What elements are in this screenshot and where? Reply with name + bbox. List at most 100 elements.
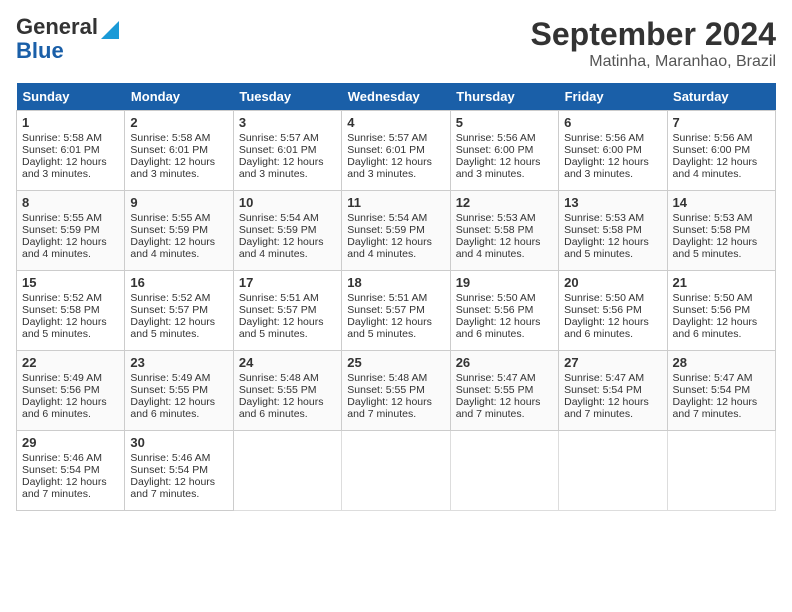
sunrise-label: Sunrise: 5:49 AM bbox=[130, 372, 210, 384]
calendar-cell: 10 Sunrise: 5:54 AM Sunset: 5:59 PM Dayl… bbox=[233, 191, 341, 271]
daylight-label: Daylight: 12 hours and 5 minutes. bbox=[22, 316, 107, 340]
sunset-label: Sunset: 5:54 PM bbox=[130, 464, 208, 476]
day-number: 17 bbox=[239, 275, 336, 290]
day-number: 10 bbox=[239, 195, 336, 210]
sunset-label: Sunset: 5:55 PM bbox=[347, 384, 425, 396]
calendar-week-4: 22 Sunrise: 5:49 AM Sunset: 5:56 PM Dayl… bbox=[17, 351, 776, 431]
calendar-cell bbox=[559, 431, 667, 511]
sunset-label: Sunset: 5:56 PM bbox=[673, 304, 751, 316]
daylight-label: Daylight: 12 hours and 5 minutes. bbox=[347, 316, 432, 340]
calendar-cell bbox=[667, 431, 775, 511]
header: General Blue September 2024 Matinha, Mar… bbox=[16, 16, 776, 71]
day-number: 28 bbox=[673, 355, 770, 370]
daylight-label: Daylight: 12 hours and 4 minutes. bbox=[130, 236, 215, 260]
day-number: 1 bbox=[22, 115, 119, 130]
sunrise-label: Sunrise: 5:48 AM bbox=[239, 372, 319, 384]
sunrise-label: Sunrise: 5:51 AM bbox=[347, 292, 427, 304]
sunset-label: Sunset: 5:59 PM bbox=[22, 224, 100, 236]
sunrise-label: Sunrise: 5:52 AM bbox=[130, 292, 210, 304]
sunrise-label: Sunrise: 5:55 AM bbox=[130, 212, 210, 224]
day-number: 12 bbox=[456, 195, 553, 210]
sunrise-label: Sunrise: 5:54 AM bbox=[347, 212, 427, 224]
day-number: 8 bbox=[22, 195, 119, 210]
sunrise-label: Sunrise: 5:52 AM bbox=[22, 292, 102, 304]
logo-blue: Blue bbox=[16, 39, 64, 63]
daylight-label: Daylight: 12 hours and 4 minutes. bbox=[239, 236, 324, 260]
daylight-label: Daylight: 12 hours and 4 minutes. bbox=[347, 236, 432, 260]
logo-text: General bbox=[16, 16, 119, 39]
sunset-label: Sunset: 5:55 PM bbox=[239, 384, 317, 396]
sunset-label: Sunset: 6:01 PM bbox=[347, 144, 425, 156]
sunrise-label: Sunrise: 5:47 AM bbox=[456, 372, 536, 384]
day-header-tuesday: Tuesday bbox=[233, 83, 341, 111]
day-header-monday: Monday bbox=[125, 83, 233, 111]
sunrise-label: Sunrise: 5:57 AM bbox=[239, 132, 319, 144]
sunrise-label: Sunrise: 5:56 AM bbox=[673, 132, 753, 144]
sunset-label: Sunset: 6:01 PM bbox=[239, 144, 317, 156]
daylight-label: Daylight: 12 hours and 3 minutes. bbox=[564, 156, 649, 180]
daylight-label: Daylight: 12 hours and 7 minutes. bbox=[673, 396, 758, 420]
daylight-label: Daylight: 12 hours and 3 minutes. bbox=[456, 156, 541, 180]
month-title: September 2024 bbox=[531, 16, 776, 53]
calendar-cell: 11 Sunrise: 5:54 AM Sunset: 5:59 PM Dayl… bbox=[342, 191, 450, 271]
day-number: 18 bbox=[347, 275, 444, 290]
day-number: 29 bbox=[22, 435, 119, 450]
sunset-label: Sunset: 5:56 PM bbox=[456, 304, 534, 316]
daylight-label: Daylight: 12 hours and 4 minutes. bbox=[673, 156, 758, 180]
day-number: 21 bbox=[673, 275, 770, 290]
daylight-label: Daylight: 12 hours and 7 minutes. bbox=[347, 396, 432, 420]
day-number: 27 bbox=[564, 355, 661, 370]
day-number: 16 bbox=[130, 275, 227, 290]
calendar-cell: 7 Sunrise: 5:56 AM Sunset: 6:00 PM Dayli… bbox=[667, 111, 775, 191]
calendar-cell bbox=[450, 431, 558, 511]
calendar-cell: 30 Sunrise: 5:46 AM Sunset: 5:54 PM Dayl… bbox=[125, 431, 233, 511]
sunrise-label: Sunrise: 5:46 AM bbox=[22, 452, 102, 464]
calendar-cell bbox=[233, 431, 341, 511]
sunrise-label: Sunrise: 5:51 AM bbox=[239, 292, 319, 304]
day-number: 2 bbox=[130, 115, 227, 130]
calendar-week-5: 29 Sunrise: 5:46 AM Sunset: 5:54 PM Dayl… bbox=[17, 431, 776, 511]
day-number: 25 bbox=[347, 355, 444, 370]
daylight-label: Daylight: 12 hours and 7 minutes. bbox=[130, 476, 215, 500]
daylight-label: Daylight: 12 hours and 3 minutes. bbox=[347, 156, 432, 180]
logo-icon bbox=[99, 17, 119, 39]
daylight-label: Daylight: 12 hours and 6 minutes. bbox=[130, 396, 215, 420]
sunset-label: Sunset: 5:54 PM bbox=[673, 384, 751, 396]
calendar-cell: 8 Sunrise: 5:55 AM Sunset: 5:59 PM Dayli… bbox=[17, 191, 125, 271]
sunset-label: Sunset: 5:59 PM bbox=[130, 224, 208, 236]
day-number: 11 bbox=[347, 195, 444, 210]
sunrise-label: Sunrise: 5:56 AM bbox=[564, 132, 644, 144]
sunset-label: Sunset: 6:00 PM bbox=[673, 144, 751, 156]
title-section: September 2024 Matinha, Maranhao, Brazil bbox=[531, 16, 776, 71]
sunset-label: Sunset: 5:55 PM bbox=[130, 384, 208, 396]
day-number: 5 bbox=[456, 115, 553, 130]
sunrise-label: Sunrise: 5:53 AM bbox=[456, 212, 536, 224]
day-number: 19 bbox=[456, 275, 553, 290]
calendar-week-2: 8 Sunrise: 5:55 AM Sunset: 5:59 PM Dayli… bbox=[17, 191, 776, 271]
calendar-cell: 5 Sunrise: 5:56 AM Sunset: 6:00 PM Dayli… bbox=[450, 111, 558, 191]
calendar-body: 1 Sunrise: 5:58 AM Sunset: 6:01 PM Dayli… bbox=[17, 111, 776, 511]
daylight-label: Daylight: 12 hours and 7 minutes. bbox=[564, 396, 649, 420]
calendar-cell: 28 Sunrise: 5:47 AM Sunset: 5:54 PM Dayl… bbox=[667, 351, 775, 431]
location: Matinha, Maranhao, Brazil bbox=[531, 53, 776, 71]
calendar-cell: 26 Sunrise: 5:47 AM Sunset: 5:55 PM Dayl… bbox=[450, 351, 558, 431]
calendar-cell: 13 Sunrise: 5:53 AM Sunset: 5:58 PM Dayl… bbox=[559, 191, 667, 271]
day-number: 26 bbox=[456, 355, 553, 370]
sunrise-label: Sunrise: 5:49 AM bbox=[22, 372, 102, 384]
daylight-label: Daylight: 12 hours and 6 minutes. bbox=[564, 316, 649, 340]
day-number: 30 bbox=[130, 435, 227, 450]
calendar-cell: 4 Sunrise: 5:57 AM Sunset: 6:01 PM Dayli… bbox=[342, 111, 450, 191]
sunrise-label: Sunrise: 5:53 AM bbox=[564, 212, 644, 224]
calendar-cell: 25 Sunrise: 5:48 AM Sunset: 5:55 PM Dayl… bbox=[342, 351, 450, 431]
sunrise-label: Sunrise: 5:55 AM bbox=[22, 212, 102, 224]
calendar-cell: 14 Sunrise: 5:53 AM Sunset: 5:58 PM Dayl… bbox=[667, 191, 775, 271]
sunrise-label: Sunrise: 5:47 AM bbox=[564, 372, 644, 384]
calendar-cell: 29 Sunrise: 5:46 AM Sunset: 5:54 PM Dayl… bbox=[17, 431, 125, 511]
sunset-label: Sunset: 6:00 PM bbox=[456, 144, 534, 156]
daylight-label: Daylight: 12 hours and 5 minutes. bbox=[564, 236, 649, 260]
calendar-cell: 23 Sunrise: 5:49 AM Sunset: 5:55 PM Dayl… bbox=[125, 351, 233, 431]
daylight-label: Daylight: 12 hours and 3 minutes. bbox=[239, 156, 324, 180]
sunset-label: Sunset: 5:56 PM bbox=[22, 384, 100, 396]
calendar-cell: 20 Sunrise: 5:50 AM Sunset: 5:56 PM Dayl… bbox=[559, 271, 667, 351]
sunset-label: Sunset: 5:59 PM bbox=[239, 224, 317, 236]
